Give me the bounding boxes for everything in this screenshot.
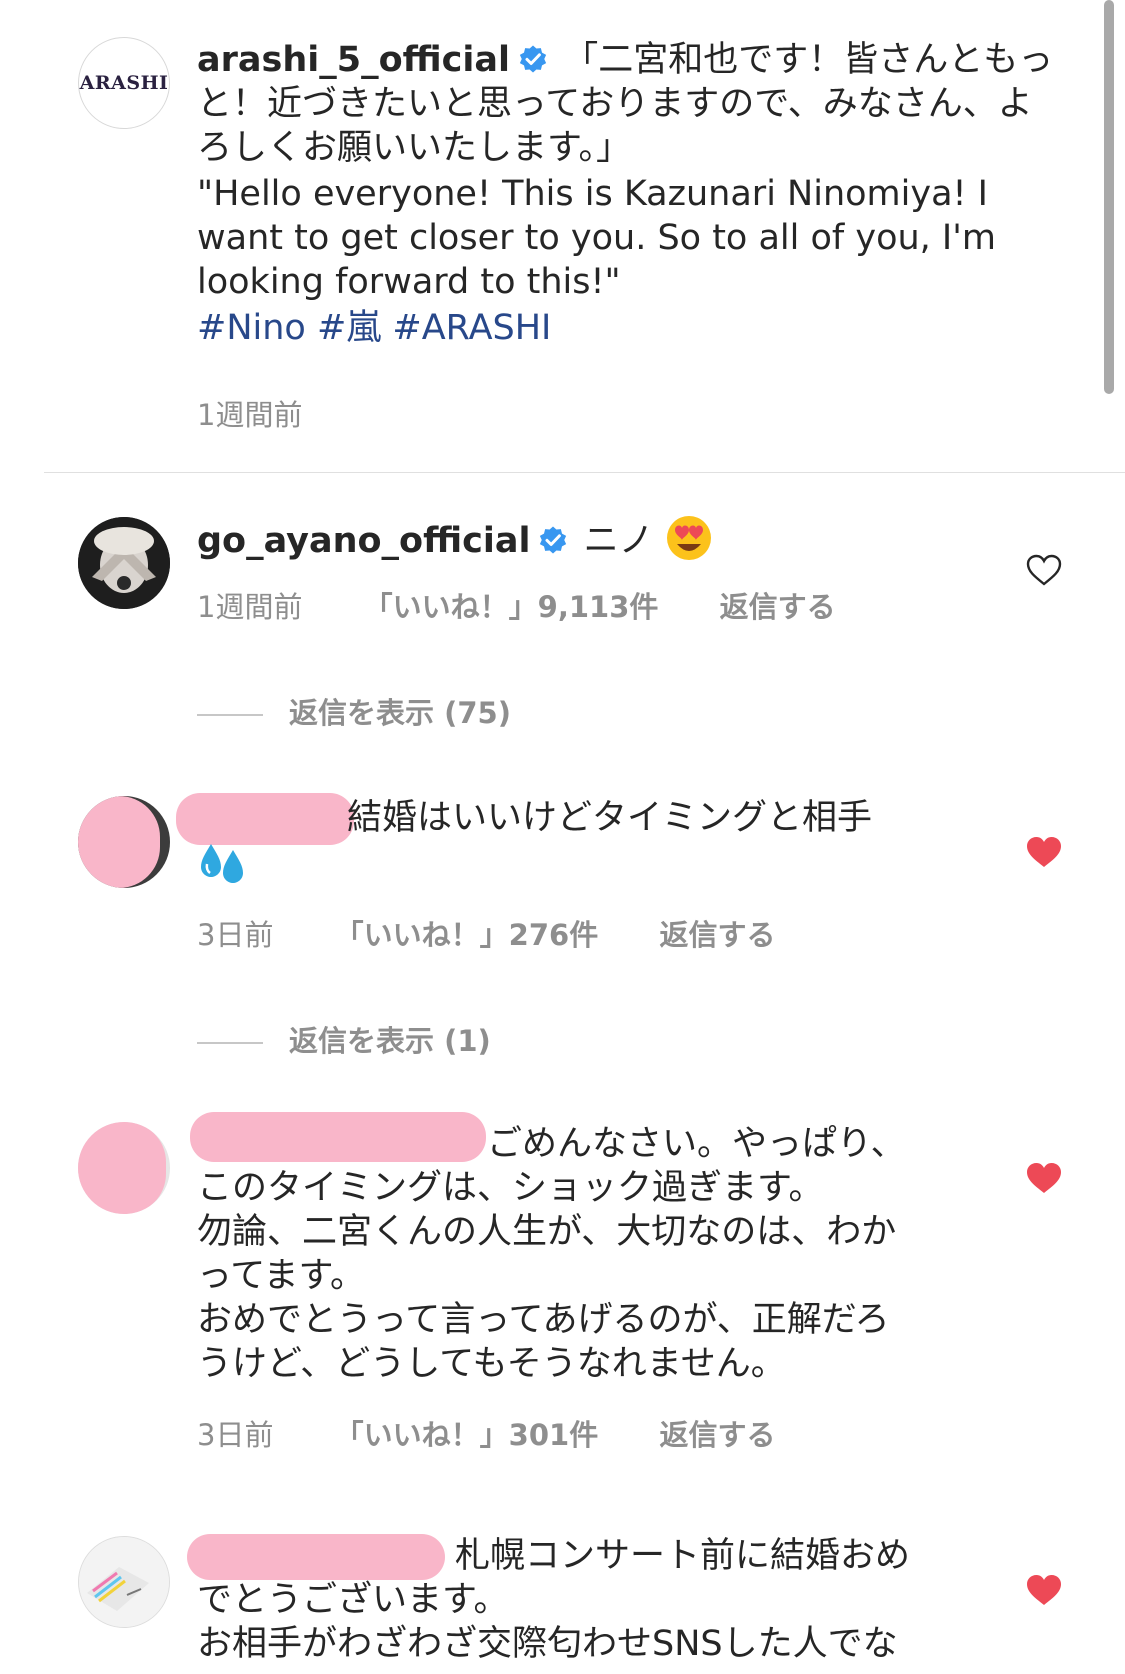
comment-4: 札幌コンサート前に結婚おめ でとうございます。 お相手がわざわざ交際匂わせSNS… [197, 1534, 1055, 1666]
comment-2: 結婚はいいけどタイミングと相手 [197, 796, 1055, 887]
caption-body: arashi_5_official 「二宮和也です！皆さんともっと！近づきたいと… [197, 38, 1055, 350]
comment-time: 3日前 [197, 1418, 274, 1452]
view-replies-label: 返信を表示 (75) [289, 696, 511, 730]
comment-text: おめでとうって言ってあげるのが、正解だろ [197, 1300, 890, 1340]
comment-1: go_ayano_official ニノ [197, 514, 1055, 563]
verified-badge-icon [519, 45, 547, 73]
commenter-avatar[interactable] [78, 1536, 170, 1628]
replies-divider-line [197, 714, 263, 716]
sweat-droplets-emoji-icon [201, 844, 243, 883]
comment-text: 勿論、二宮くんの人生が、大切なのは、わか [197, 1212, 897, 1252]
commenter-avatar[interactable] [78, 1122, 170, 1214]
like-heart-filled-icon[interactable] [1024, 832, 1064, 872]
caption-english: "Hello everyone! This is Kazunari Ninomi… [197, 174, 996, 302]
comment-3-meta: 3日前 「いいね！」301件 返信する [197, 1412, 827, 1454]
like-count[interactable]: 「いいね！」276件 [335, 918, 599, 952]
comment-text: 札幌コンサート前に結婚おめ [455, 1536, 911, 1576]
comment-text: ニノ [583, 521, 654, 561]
reply-button[interactable]: 返信する [720, 590, 836, 624]
reply-button[interactable]: 返信する [659, 1418, 775, 1452]
commenter-avatar[interactable] [78, 796, 170, 888]
verified-badge-icon [540, 526, 567, 554]
comment-text: うけど、どうしてもそうなれません。 [197, 1344, 786, 1384]
divider [44, 472, 1125, 473]
comment-text: お相手がわざわざ交際匂わせSNSした人でな [197, 1624, 898, 1664]
like-count[interactable]: 「いいね！」9,113件 [364, 590, 659, 624]
scrollbar[interactable] [1104, 0, 1114, 394]
like-count[interactable]: 「いいね！」301件 [335, 1418, 599, 1452]
comment-3: ごめんなさい。やっぱり、 このタイミングは、ショック過ぎます。 勿論、二宮くんの… [197, 1122, 1055, 1386]
like-heart-outline-icon[interactable] [1024, 550, 1064, 590]
profile-photo [79, 1537, 169, 1627]
view-replies-1[interactable]: 返信を表示 (75) [197, 690, 511, 732]
comment-line: ごめんなさい。やっぱり、 [197, 1122, 1055, 1166]
hashtags[interactable]: #Nino #嵐 #ARASHI [197, 306, 1055, 350]
profile-photo [78, 517, 170, 609]
comment-1-meta: 1週間前 「いいね！」9,113件 返信する [197, 584, 888, 626]
replies-divider-line [197, 1042, 263, 1044]
like-heart-filled-icon[interactable] [1024, 1570, 1064, 1610]
like-heart-filled-icon[interactable] [1024, 1158, 1064, 1198]
comment-time: 3日前 [197, 918, 274, 952]
arashi-avatar[interactable]: ARASHI [78, 37, 170, 129]
comment-2-meta: 3日前 「いいね！」276件 返信する [197, 912, 827, 954]
post-timestamp: 1週間前 [197, 392, 354, 434]
comment-username[interactable]: go_ayano_official [197, 521, 530, 561]
comment-text: 結婚はいいけどタイミングと相手 [347, 798, 873, 838]
view-replies-label: 返信を表示 (1) [289, 1024, 491, 1058]
comment-text: ってます。 [197, 1256, 366, 1296]
comment-line: 札幌コンサート前に結婚おめ [197, 1534, 1055, 1578]
heart-eyes-emoji-icon [666, 516, 711, 560]
commenter-avatar[interactable] [78, 517, 170, 609]
comment-time: 1週間前 [197, 590, 303, 624]
view-replies-2[interactable]: 返信を表示 (1) [197, 1018, 491, 1060]
comment-text: このタイミングは、ショック過ぎます。 [197, 1168, 824, 1208]
post-username[interactable]: arashi_5_official [197, 40, 510, 80]
comment-text: ごめんなさい。やっぱり、 [487, 1124, 906, 1164]
arashi-logo: ARASHI [79, 72, 169, 94]
comment-text: でとうございます。 [197, 1580, 509, 1620]
post-time: 1週間前 [197, 398, 303, 432]
reply-button[interactable]: 返信する [659, 918, 775, 952]
